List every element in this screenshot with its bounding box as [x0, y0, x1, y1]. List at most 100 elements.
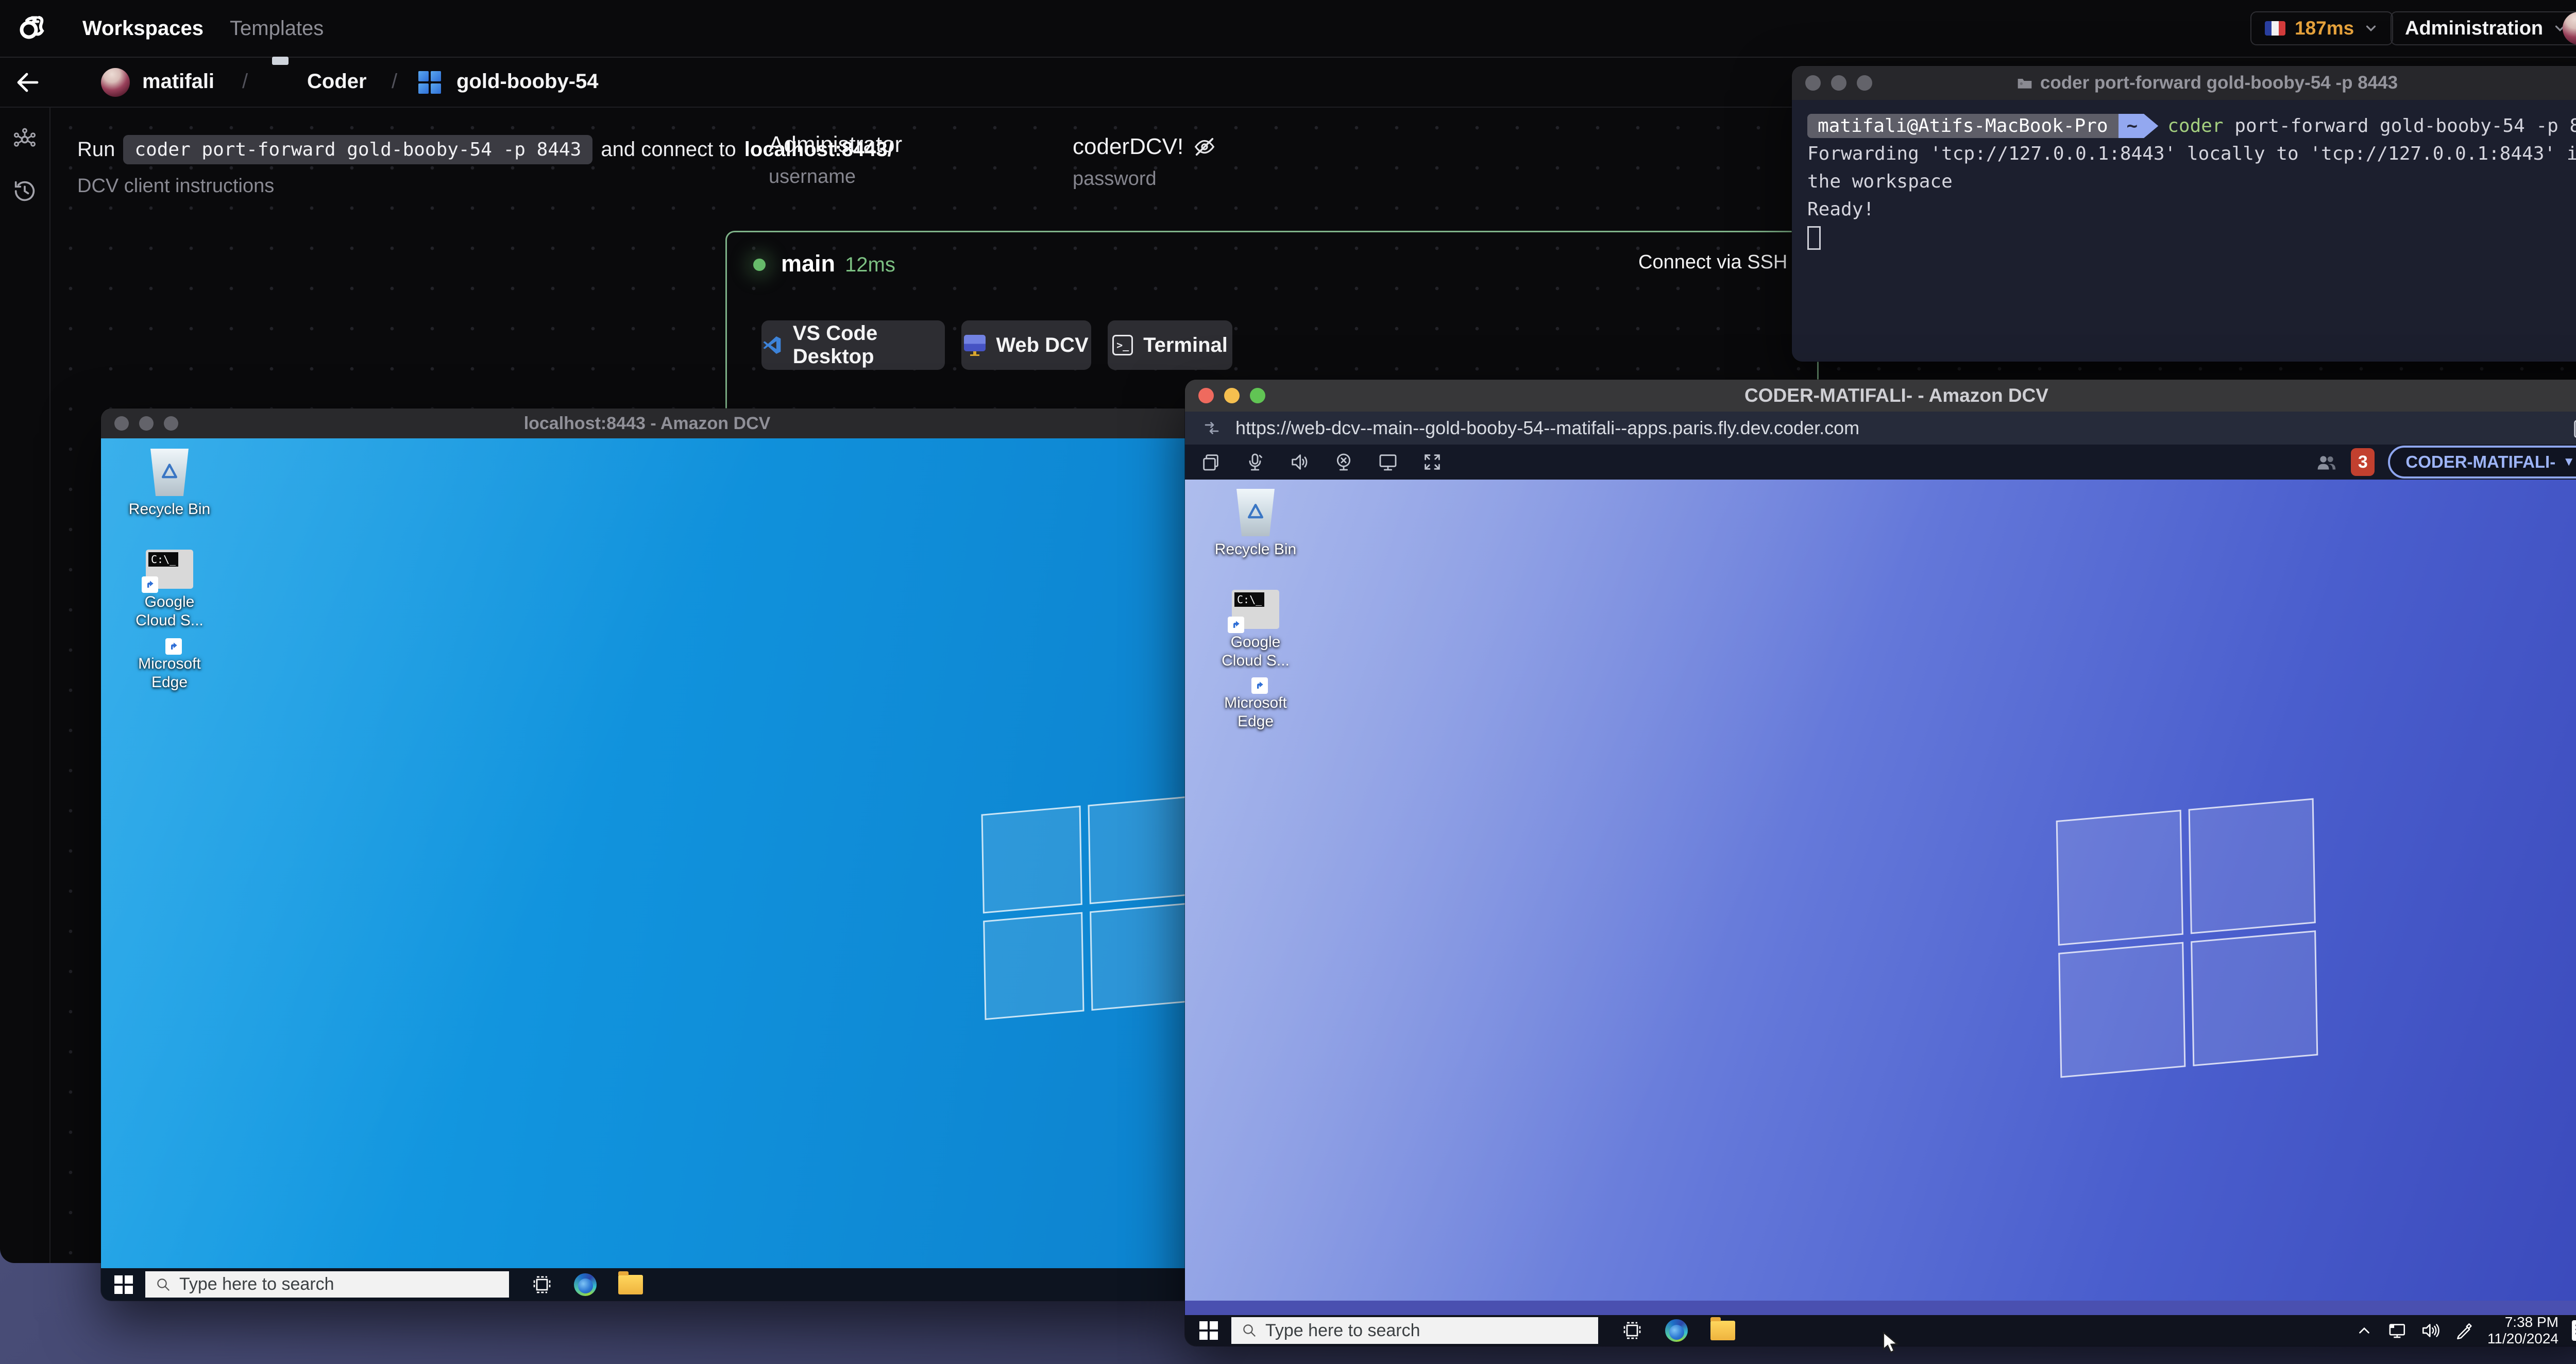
dcv-web-titlebar[interactable]: CODER-MATIFALI- - Amazon DCV	[1185, 380, 2576, 412]
port-forward-command[interactable]: coder port-forward gold-booby-54 -p 8443	[123, 135, 593, 164]
dcv-local-titlebar[interactable]: localhost:8443 - Amazon DCV	[101, 408, 1193, 438]
nav-templates[interactable]: Templates	[230, 0, 324, 57]
task-view-icon[interactable]	[532, 1274, 552, 1295]
zoom-button[interactable]	[164, 416, 178, 431]
desktop-icon-recycle-bin[interactable]: Recycle Bin	[1212, 489, 1299, 559]
clipboard-icon[interactable]	[2572, 417, 2576, 439]
taskbar-search-local[interactable]: Type here to search	[145, 1271, 509, 1298]
taskbar-clock[interactable]: 7:38 PM 11/20/2024	[2487, 1314, 2558, 1347]
desktop-icon-edge[interactable]: Microsoft Edge	[1212, 677, 1299, 731]
latency-button[interactable]: 187ms	[2250, 11, 2394, 45]
start-button[interactable]	[114, 1275, 133, 1294]
edge-taskbar-icon[interactable]	[1665, 1319, 1688, 1342]
file-explorer-icon[interactable]	[1710, 1317, 1735, 1340]
windows-wallpaper-logo	[2056, 798, 2318, 1078]
france-flag-icon	[2265, 21, 2285, 36]
fullscreen-icon[interactable]	[1422, 452, 1443, 472]
collaborators-icon[interactable]	[2315, 452, 2337, 472]
recycle-bin-icon	[1236, 489, 1275, 536]
pen-icon[interactable]	[2454, 1321, 2474, 1340]
speaker-icon[interactable]	[2420, 1321, 2441, 1340]
tray-chevron-up-icon[interactable]	[2355, 1322, 2373, 1339]
minimize-button[interactable]	[139, 416, 154, 431]
zoom-button[interactable]	[1857, 75, 1872, 91]
icon-label: Google Cloud S...	[1222, 634, 1290, 669]
username-label: username	[769, 166, 856, 187]
eye-off-icon[interactable]	[1193, 135, 1216, 159]
resources-topology-icon[interactable]	[11, 126, 38, 153]
close-button[interactable]	[1805, 75, 1821, 91]
desktop-icon-gcloud-shell[interactable]: C:\_ Google Cloud S...	[1212, 590, 1299, 670]
folder-icon	[2018, 79, 2032, 89]
icon-label: Recycle Bin	[128, 501, 211, 518]
close-button[interactable]	[114, 416, 129, 431]
latency-value: 187ms	[2295, 18, 2354, 39]
web-dcv-button[interactable]: Web DCV	[961, 320, 1091, 370]
desktop-icon-recycle-bin[interactable]: Recycle Bin	[126, 449, 213, 519]
terminal-button[interactable]: >_ Terminal	[1108, 320, 1232, 370]
minimize-button[interactable]	[1224, 388, 1240, 403]
volume-icon[interactable]	[1289, 452, 1310, 472]
coder-logo-icon[interactable]	[16, 12, 46, 42]
taskbar-search-web[interactable]: Type here to search	[1231, 1317, 1598, 1344]
zoom-button[interactable]	[1250, 388, 1265, 403]
url-text[interactable]: https://web-dcv--main--gold-booby-54--ma…	[1235, 417, 2557, 439]
nav-workspaces[interactable]: Workspaces	[82, 0, 204, 57]
start-button[interactable]	[1199, 1321, 1218, 1340]
windows-template-icon	[418, 71, 441, 94]
file-explorer-icon[interactable]	[618, 1271, 643, 1294]
close-button[interactable]	[1198, 388, 1214, 403]
agent-latency: 12ms	[845, 253, 895, 276]
caret-down-icon: ▼	[2563, 455, 2575, 469]
windows-wallpaper-logo	[981, 796, 1191, 1020]
task-view-icon[interactable]	[1622, 1320, 1642, 1341]
agent-name: main	[781, 250, 836, 277]
administration-menu-button[interactable]: Administration	[2391, 11, 2576, 45]
chevron-down-icon	[2366, 25, 2376, 32]
action-center-icon[interactable]: 1	[2572, 1320, 2576, 1341]
vscode-desktop-label: VS Code Desktop	[792, 322, 878, 368]
breadcrumb-separator: /	[392, 70, 398, 93]
edge-taskbar-icon[interactable]	[574, 1273, 597, 1296]
icon-label: Microsoft Edge	[138, 655, 201, 691]
output-forwarding: Forwarding 'tcp://127.0.0.1:8443' locall…	[1807, 143, 2576, 192]
display-icon[interactable]	[1378, 452, 1398, 472]
browser-url-bar[interactable]: https://web-dcv--main--gold-booby-54--ma…	[1185, 412, 2576, 445]
windows-desktop-web[interactable]: Recycle Bin C:\_ Google Cloud S... Micro…	[1185, 480, 2576, 1315]
dcv-local-title: localhost:8443 - Amazon DCV	[523, 413, 771, 433]
shortcut-arrow-icon	[1228, 617, 1244, 633]
terminal-title: coder port-forward gold-booby-54 -p 8443	[2040, 73, 2398, 93]
terminal-titlebar[interactable]: coder port-forward gold-booby-54 -p 8443	[1792, 66, 2576, 100]
desktop-icon-gcloud-shell[interactable]: C:\_ Google Cloud S...	[126, 550, 213, 630]
back-arrow-icon[interactable]	[15, 71, 40, 94]
windows-desktop-local[interactable]: Recycle Bin C:\_ Google Cloud S... Micro…	[101, 438, 1193, 1268]
history-icon[interactable]	[11, 178, 38, 204]
connect-via-ssh-button[interactable]: Connect via SSH	[1638, 251, 1808, 274]
dcv-window-localhost: localhost:8443 - Amazon DCV Recycle Bin …	[101, 408, 1193, 1301]
icon-label: Recycle Bin	[1214, 541, 1297, 558]
coder-sidebar	[0, 108, 50, 1263]
microphone-off-icon[interactable]	[1245, 452, 1265, 472]
vscode-desktop-button[interactable]: VS Code Desktop	[761, 320, 945, 370]
macos-terminal-window: coder port-forward gold-booby-54 -p 8443…	[1792, 66, 2576, 362]
windows-stack-icon[interactable]	[1200, 452, 1221, 472]
connect-via-ssh-label: Connect via SSH	[1638, 251, 1788, 273]
username-field: Administrator username	[769, 132, 902, 188]
breadcrumb-user[interactable]: matifali	[142, 70, 214, 93]
session-label: CODER-MATIFALI-	[2405, 452, 2556, 471]
terminal-output[interactable]: matifali@Atifs-MacBook-Pro ~ coder port-fo…	[1792, 100, 2576, 362]
dcv-toolbar: 3 CODER-MATIFALI- ▼	[1185, 445, 2576, 480]
workspace-owner-avatar[interactable]	[101, 68, 130, 97]
coder-header: Workspaces Templates 187ms Administratio…	[0, 0, 2576, 58]
desktop-icon-edge[interactable]: Microsoft Edge	[126, 638, 213, 692]
webcam-off-icon[interactable]	[1333, 452, 1354, 472]
breadcrumb-org[interactable]: Coder	[307, 70, 367, 93]
network-display-icon[interactable]	[2386, 1321, 2407, 1340]
session-menu-button[interactable]: CODER-MATIFALI- ▼	[2388, 446, 2576, 479]
command-head: coder	[2167, 115, 2224, 137]
username-value: Administrator	[769, 132, 903, 157]
minimize-button[interactable]	[1831, 75, 1846, 91]
clock-date: 11/20/2024	[2487, 1331, 2558, 1346]
dcv-client-instructions-link[interactable]: DCV client instructions	[77, 175, 274, 197]
windows-taskbar-local: Type here to search	[101, 1268, 1193, 1301]
